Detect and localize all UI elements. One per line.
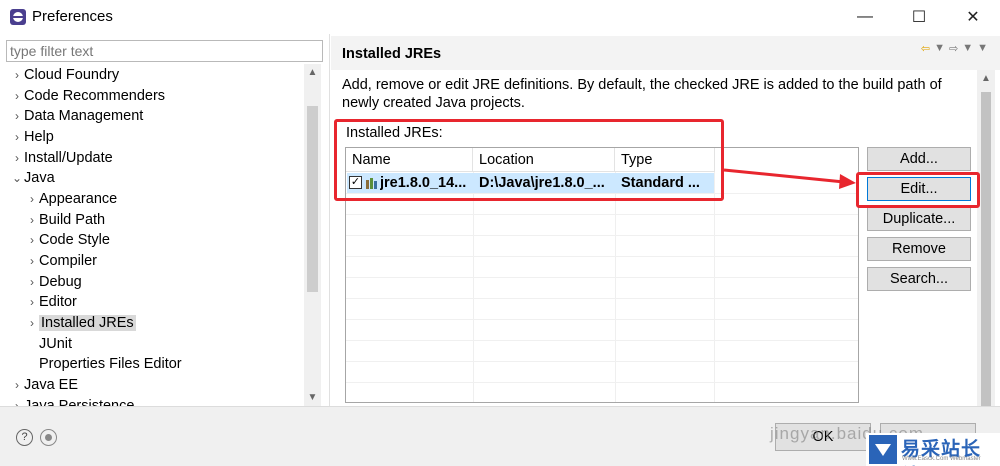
add-button[interactable]: Add... [867, 147, 971, 171]
chevron-right-icon[interactable]: › [25, 210, 39, 230]
tree-item-installed-jres[interactable]: › Installed JREs [25, 313, 136, 333]
chevron-right-icon[interactable]: › [10, 375, 24, 395]
chevron-right-icon[interactable]: › [25, 313, 39, 333]
preference-tree: › Cloud Foundry › Code Recommenders › Data … [0, 64, 304, 406]
chevron-down-icon[interactable]: ⌄ [10, 168, 24, 188]
chevron-right-icon[interactable]: › [25, 230, 39, 250]
import-export-icon[interactable] [40, 429, 57, 446]
chevron-right-icon[interactable]: › [25, 251, 39, 271]
close-button[interactable]: ✕ [950, 0, 996, 34]
page-description: Add, remove or edit JRE definitions. By … [342, 77, 942, 111]
page-scrollbar[interactable]: ▲ [977, 70, 995, 410]
chevron-right-icon[interactable]: › [10, 106, 24, 126]
tree-item-install-update[interactable]: › Install/Update [10, 148, 113, 168]
minimize-button[interactable]: — [842, 0, 888, 34]
annotation-arrow-icon [723, 168, 856, 189]
column-separator [473, 172, 474, 402]
tree-item-editor[interactable]: › Editor [25, 292, 77, 312]
history-nav: ⇦ ▼ ⇨ ▼ ▼ [921, 42, 988, 55]
annotation-highlight-table [334, 119, 724, 201]
chevron-right-icon[interactable]: › [10, 65, 24, 85]
help-icon[interactable]: ? [16, 429, 33, 446]
tree-item-java-ee[interactable]: › Java EE [10, 375, 78, 395]
tree-item-properties-files-editor[interactable]: Properties Files Editor [25, 354, 182, 374]
back-arrow-icon[interactable]: ⇦ [921, 42, 930, 55]
eclipse-app-icon [10, 9, 26, 25]
site-logo-subtext: Www.Easck.Com Webmaster [902, 456, 981, 462]
row-line [346, 361, 858, 362]
chevron-right-icon[interactable]: › [25, 189, 39, 209]
scroll-up-icon[interactable]: ▲ [977, 70, 995, 88]
view-menu-icon[interactable]: ▼ [977, 42, 988, 55]
tree-item-cloud-foundry[interactable]: › Cloud Foundry [10, 65, 119, 85]
duplicate-button[interactable]: Duplicate... [867, 207, 971, 231]
chevron-right-icon[interactable]: › [10, 396, 24, 406]
window-title: Preferences [32, 8, 113, 25]
tree-scroll-thumb[interactable] [307, 106, 318, 292]
row-line [346, 382, 858, 383]
column-separator [615, 172, 616, 402]
tree-item-build-path[interactable]: › Build Path [25, 210, 105, 230]
annotation-highlight-edit-button [856, 172, 980, 208]
row-line [346, 214, 858, 215]
tree-item-java-persistence[interactable]: › Java Persistence [10, 396, 134, 406]
row-line [346, 277, 858, 278]
row-line [346, 256, 858, 257]
site-logo: 易采站长站 Www.Easck.Com Webmaster [866, 433, 1000, 466]
tree-item-data-management[interactable]: › Data Management [10, 106, 143, 126]
back-menu-chevron-down-icon[interactable]: ▼ [934, 42, 945, 55]
tree-item-java[interactable]: ⌄ Java [10, 168, 55, 188]
chevron-right-icon[interactable]: › [25, 292, 39, 312]
column-separator [714, 172, 715, 402]
scroll-down-icon[interactable]: ▼ [304, 389, 321, 406]
row-line [346, 340, 858, 341]
scroll-up-icon[interactable]: ▲ [304, 64, 321, 81]
tree-scrollbar[interactable]: ▲ ▼ [304, 64, 321, 406]
tree-item-code-style[interactable]: › Code Style [25, 230, 110, 250]
row-line [346, 298, 858, 299]
chevron-right-icon[interactable]: › [10, 127, 24, 147]
filter-input[interactable] [6, 40, 323, 62]
tree-item-help[interactable]: › Help [10, 127, 54, 147]
chevron-right-icon[interactable]: › [25, 272, 39, 292]
chevron-right-icon[interactable]: › [10, 86, 24, 106]
search-button[interactable]: Search... [867, 267, 971, 291]
page-scroll-thumb[interactable] [981, 92, 991, 410]
pane-divider[interactable] [329, 34, 330, 406]
remove-button[interactable]: Remove [867, 237, 971, 261]
title-bar: Preferences — ☐ ✕ [0, 0, 1000, 34]
page-title: Installed JREs [342, 46, 442, 62]
tree-item-compiler[interactable]: › Compiler [25, 251, 97, 271]
forward-arrow-icon[interactable]: ⇨ [949, 42, 958, 55]
tree-item-debug[interactable]: › Debug [25, 272, 82, 292]
forward-menu-chevron-down-icon[interactable]: ▼ [962, 42, 973, 55]
row-line [346, 235, 858, 236]
page-header: Installed JREs ⇦ ▼ ⇨ ▼ ▼ [331, 36, 1000, 70]
site-logo-icon [869, 435, 897, 464]
chevron-right-icon[interactable]: › [10, 148, 24, 168]
row-line [346, 319, 858, 320]
maximize-button[interactable]: ☐ [896, 0, 942, 34]
tree-item-code-recommenders[interactable]: › Code Recommenders [10, 86, 165, 106]
tree-item-appearance[interactable]: › Appearance [25, 189, 117, 209]
tree-item-junit[interactable]: JUnit [25, 334, 72, 354]
